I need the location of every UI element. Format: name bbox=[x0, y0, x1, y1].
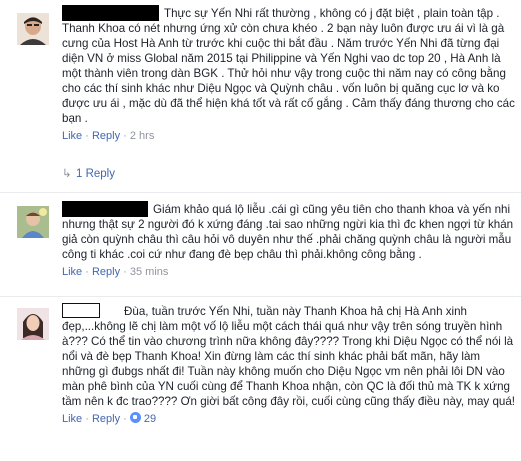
comment-meta: Like · Reply · 29 bbox=[62, 412, 157, 425]
avatar-photo-icon bbox=[17, 13, 49, 45]
reply-link[interactable]: Reply bbox=[92, 266, 120, 278]
comment-text: Đùa, tuần trước Yến Nhi, tuần này Thanh … bbox=[62, 303, 516, 408]
comment-meta: Like · Reply · 35 mins bbox=[62, 266, 169, 278]
like-count[interactable]: 29 bbox=[144, 413, 156, 425]
reply-link[interactable]: Reply bbox=[92, 130, 120, 142]
like-link[interactable]: Like bbox=[62, 266, 82, 278]
avatar[interactable] bbox=[17, 13, 49, 45]
view-replies-link[interactable]: ↳ 1 Reply bbox=[62, 167, 115, 182]
like-link[interactable]: Like bbox=[62, 130, 82, 142]
divider bbox=[0, 192, 521, 193]
commenter-name-redacted[interactable] bbox=[62, 303, 100, 318]
avatar[interactable] bbox=[17, 308, 49, 340]
like-link[interactable]: Like bbox=[62, 413, 82, 425]
like-count-icon bbox=[129, 412, 141, 423]
avatar-photo-icon bbox=[17, 206, 49, 238]
divider bbox=[0, 296, 521, 297]
reply-arrow-icon: ↳ bbox=[62, 168, 72, 180]
avatar-photo-icon bbox=[17, 308, 49, 340]
reply-link[interactable]: Reply bbox=[92, 413, 120, 425]
comment-time[interactable]: 35 mins bbox=[130, 266, 169, 278]
comment-text: Thực sự Yến Nhi rất thường , không có j … bbox=[62, 5, 515, 125]
commenter-name-redacted[interactable] bbox=[62, 5, 159, 21]
comment-text: Giám khảo quá lộ liễu .cái gì cũng yêu t… bbox=[62, 201, 514, 261]
commenter-name-redacted[interactable] bbox=[62, 201, 148, 217]
avatar[interactable] bbox=[17, 206, 49, 238]
comment-meta: Like · Reply · 2 hrs bbox=[62, 130, 155, 142]
comment-time[interactable]: 2 hrs bbox=[130, 130, 154, 142]
